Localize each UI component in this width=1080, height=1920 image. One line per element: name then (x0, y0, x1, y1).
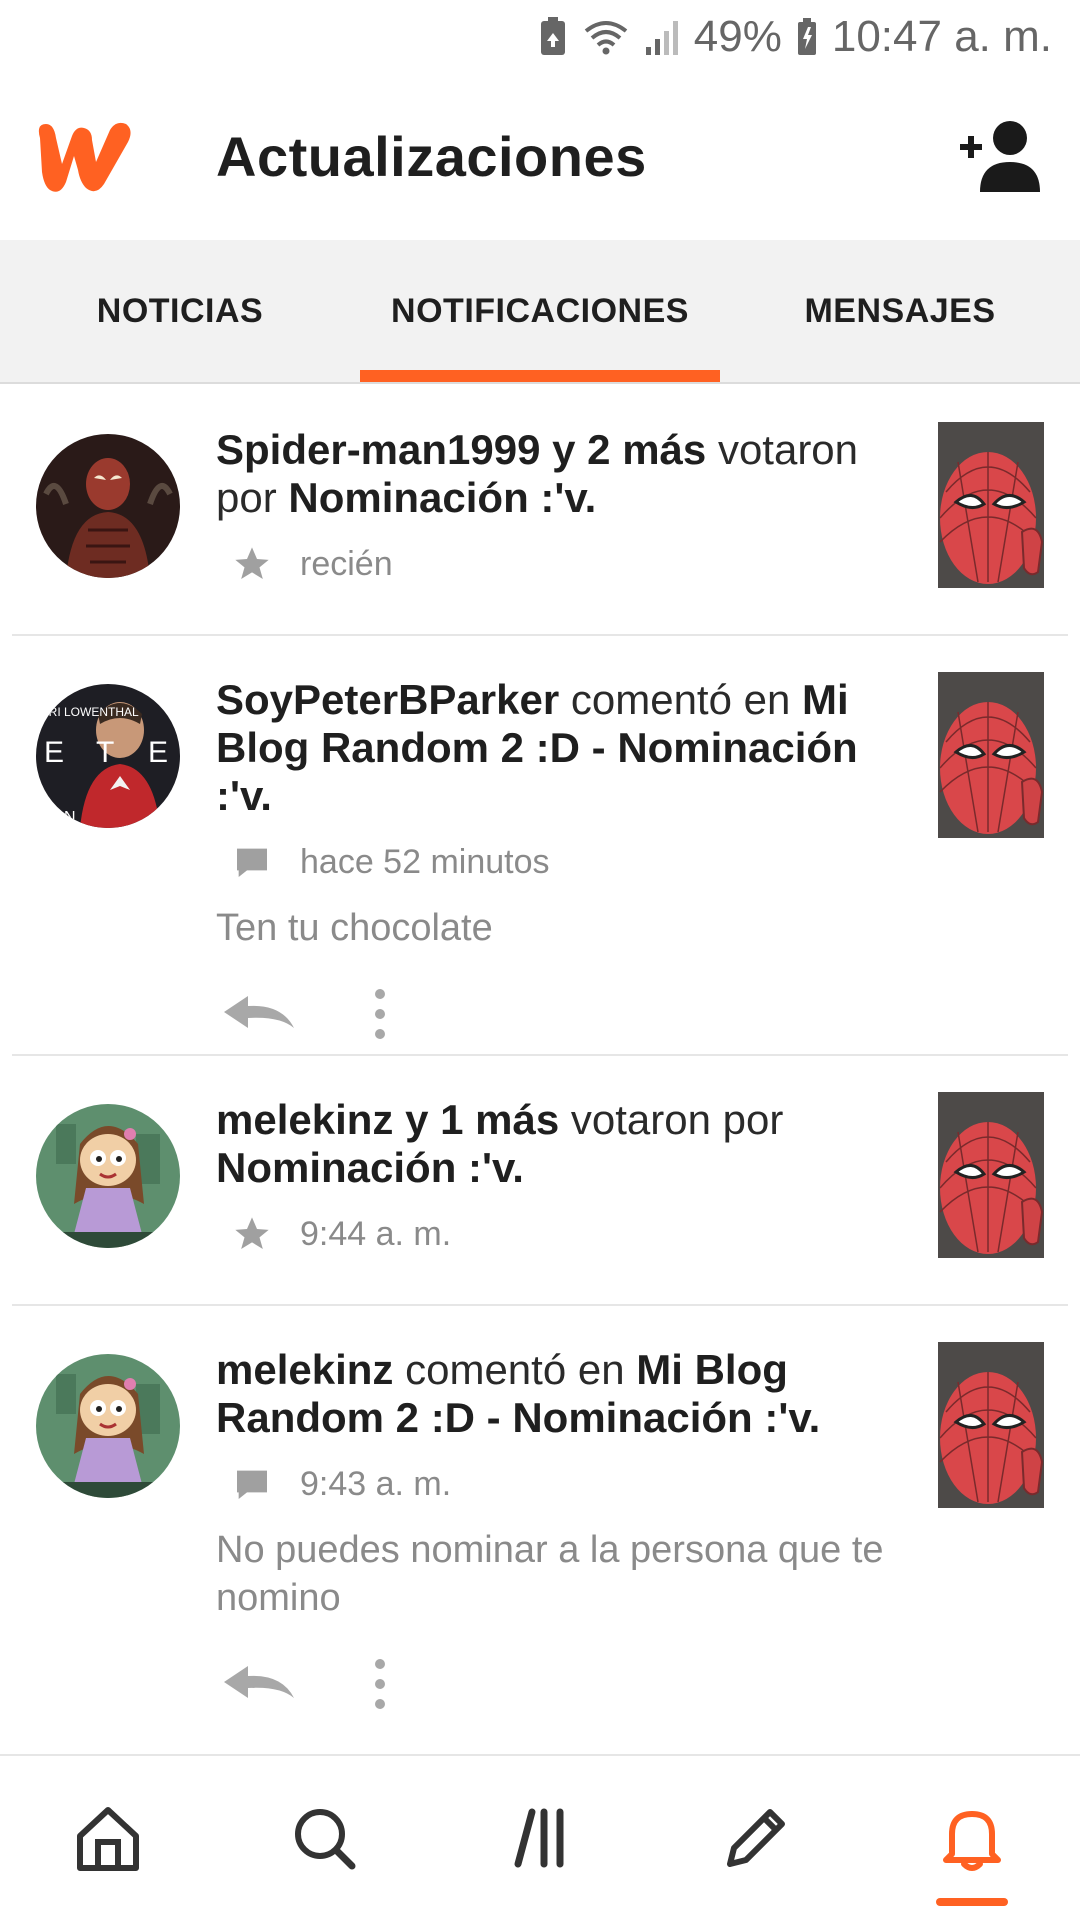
action-text: comentó en (405, 1346, 625, 1393)
star-icon (235, 547, 269, 579)
story-cover[interactable] (938, 1342, 1044, 1508)
svg-text:T: T (96, 736, 114, 769)
wifi-icon (584, 21, 628, 55)
actor-name[interactable]: Spider-man1999 y 2 más (216, 426, 706, 473)
notification-item[interactable]: melekinz y 1 más votaron por Nominación … (12, 1056, 1068, 1306)
timestamp: 9:44 a. m. (300, 1214, 452, 1253)
notification-text: melekinz y 1 más votaron por Nominación … (216, 1096, 888, 1192)
comment-icon (237, 1470, 267, 1499)
notification-meta: hace 52 minutos (216, 842, 888, 882)
notification-text: melekinz comentó en Mi Blog Random 2 :D … (216, 1346, 888, 1442)
comment-icon (237, 848, 267, 877)
comment-text: Ten tu chocolate (216, 907, 493, 949)
notification-meta: recién (216, 544, 888, 584)
nav-home[interactable] (0, 1756, 216, 1920)
write-icon (727, 1809, 785, 1867)
clock: 10:47 a. m. (831, 12, 1052, 61)
more-options-icon[interactable] (370, 1658, 390, 1710)
notification-item[interactable]: Spider-man1999 y 2 más votaron por Nomin… (12, 386, 1068, 636)
timestamp: hace 52 minutos (300, 842, 550, 881)
nav-write[interactable] (648, 1756, 864, 1920)
story-title[interactable]: Nominación :'v. (216, 1144, 524, 1191)
library-icon (514, 1808, 564, 1868)
action-text: comentó en (570, 676, 791, 723)
svg-text:MAN: MAN (40, 809, 76, 826)
tab-mensajes[interactable]: MENSAJES (720, 240, 1080, 382)
app-bar: Actualizaciones (0, 74, 1080, 240)
notifications-feed: Spider-man1999 y 2 más votaron por Nomin… (0, 386, 1080, 1746)
page-title: Actualizaciones (216, 125, 647, 188)
search-icon (295, 1809, 356, 1870)
comment-text: No puedes nominar a la persona que te no… (216, 1529, 884, 1619)
tab-bar: NOTICIAS NOTIFICACIONES MENSAJES (0, 240, 1080, 384)
notification-item[interactable]: DRI LOWENTHAL E T E MAN SoyPeterBParker … (12, 636, 1068, 1056)
star-icon (235, 1217, 269, 1249)
avatar[interactable]: DRI LOWENTHAL E T E MAN (36, 684, 180, 828)
actor-name[interactable]: SoyPeterBParker (216, 676, 559, 723)
timestamp: 9:43 a. m. (300, 1464, 452, 1503)
story-cover[interactable] (938, 672, 1044, 838)
tab-noticias[interactable]: NOTICIAS (0, 240, 360, 382)
avatar[interactable] (36, 1354, 180, 1498)
reply-icon[interactable] (222, 1662, 296, 1706)
notification-text: SoyPeterBParker comentó en Mi Blog Rando… (216, 676, 888, 820)
actor-name[interactable]: melekinz (216, 1346, 393, 1393)
svg-text:E: E (44, 736, 64, 769)
more-options-icon[interactable] (370, 988, 390, 1040)
actor-name[interactable]: melekinz y 1 más (216, 1096, 559, 1143)
avatar[interactable] (36, 434, 180, 578)
story-cover[interactable] (938, 422, 1044, 588)
svg-text:E: E (148, 736, 168, 769)
status-bar: 49% 10:47 a. m. (0, 0, 1080, 74)
battery-percent: 49% (693, 12, 782, 61)
nav-library[interactable] (432, 1756, 648, 1920)
svg-text:DRI LOWENTHAL: DRI LOWENTHAL (40, 705, 139, 719)
nav-notifications[interactable] (864, 1756, 1080, 1920)
notification-meta: 9:43 a. m. (216, 1464, 888, 1504)
notification-meta: 9:44 a. m. (216, 1214, 888, 1254)
comment-actions (216, 984, 888, 1044)
wattpad-logo[interactable] (34, 116, 134, 196)
add-person-icon[interactable] (960, 118, 1044, 194)
bottom-navigation (0, 1754, 1080, 1920)
avatar[interactable] (36, 1104, 180, 1248)
battery-icon (797, 18, 816, 55)
home-icon (77, 1807, 139, 1871)
battery-saver-icon (540, 17, 565, 55)
notification-text: Spider-man1999 y 2 más votaron por Nomin… (216, 426, 888, 522)
notifications-bell-icon (943, 1811, 1001, 1871)
nav-search[interactable] (216, 1756, 432, 1920)
story-cover[interactable] (938, 1092, 1044, 1258)
timestamp: recién (300, 544, 393, 583)
story-title[interactable]: Nominación :'v. (288, 474, 596, 521)
tab-notificaciones[interactable]: NOTIFICACIONES (360, 240, 720, 382)
notification-item[interactable]: melekinz comentó en Mi Blog Random 2 :D … (12, 1306, 1068, 1746)
reply-icon[interactable] (222, 992, 296, 1036)
action-text: votaron por (570, 1096, 784, 1143)
signal-icon (645, 21, 678, 55)
comment-actions (216, 1654, 888, 1714)
